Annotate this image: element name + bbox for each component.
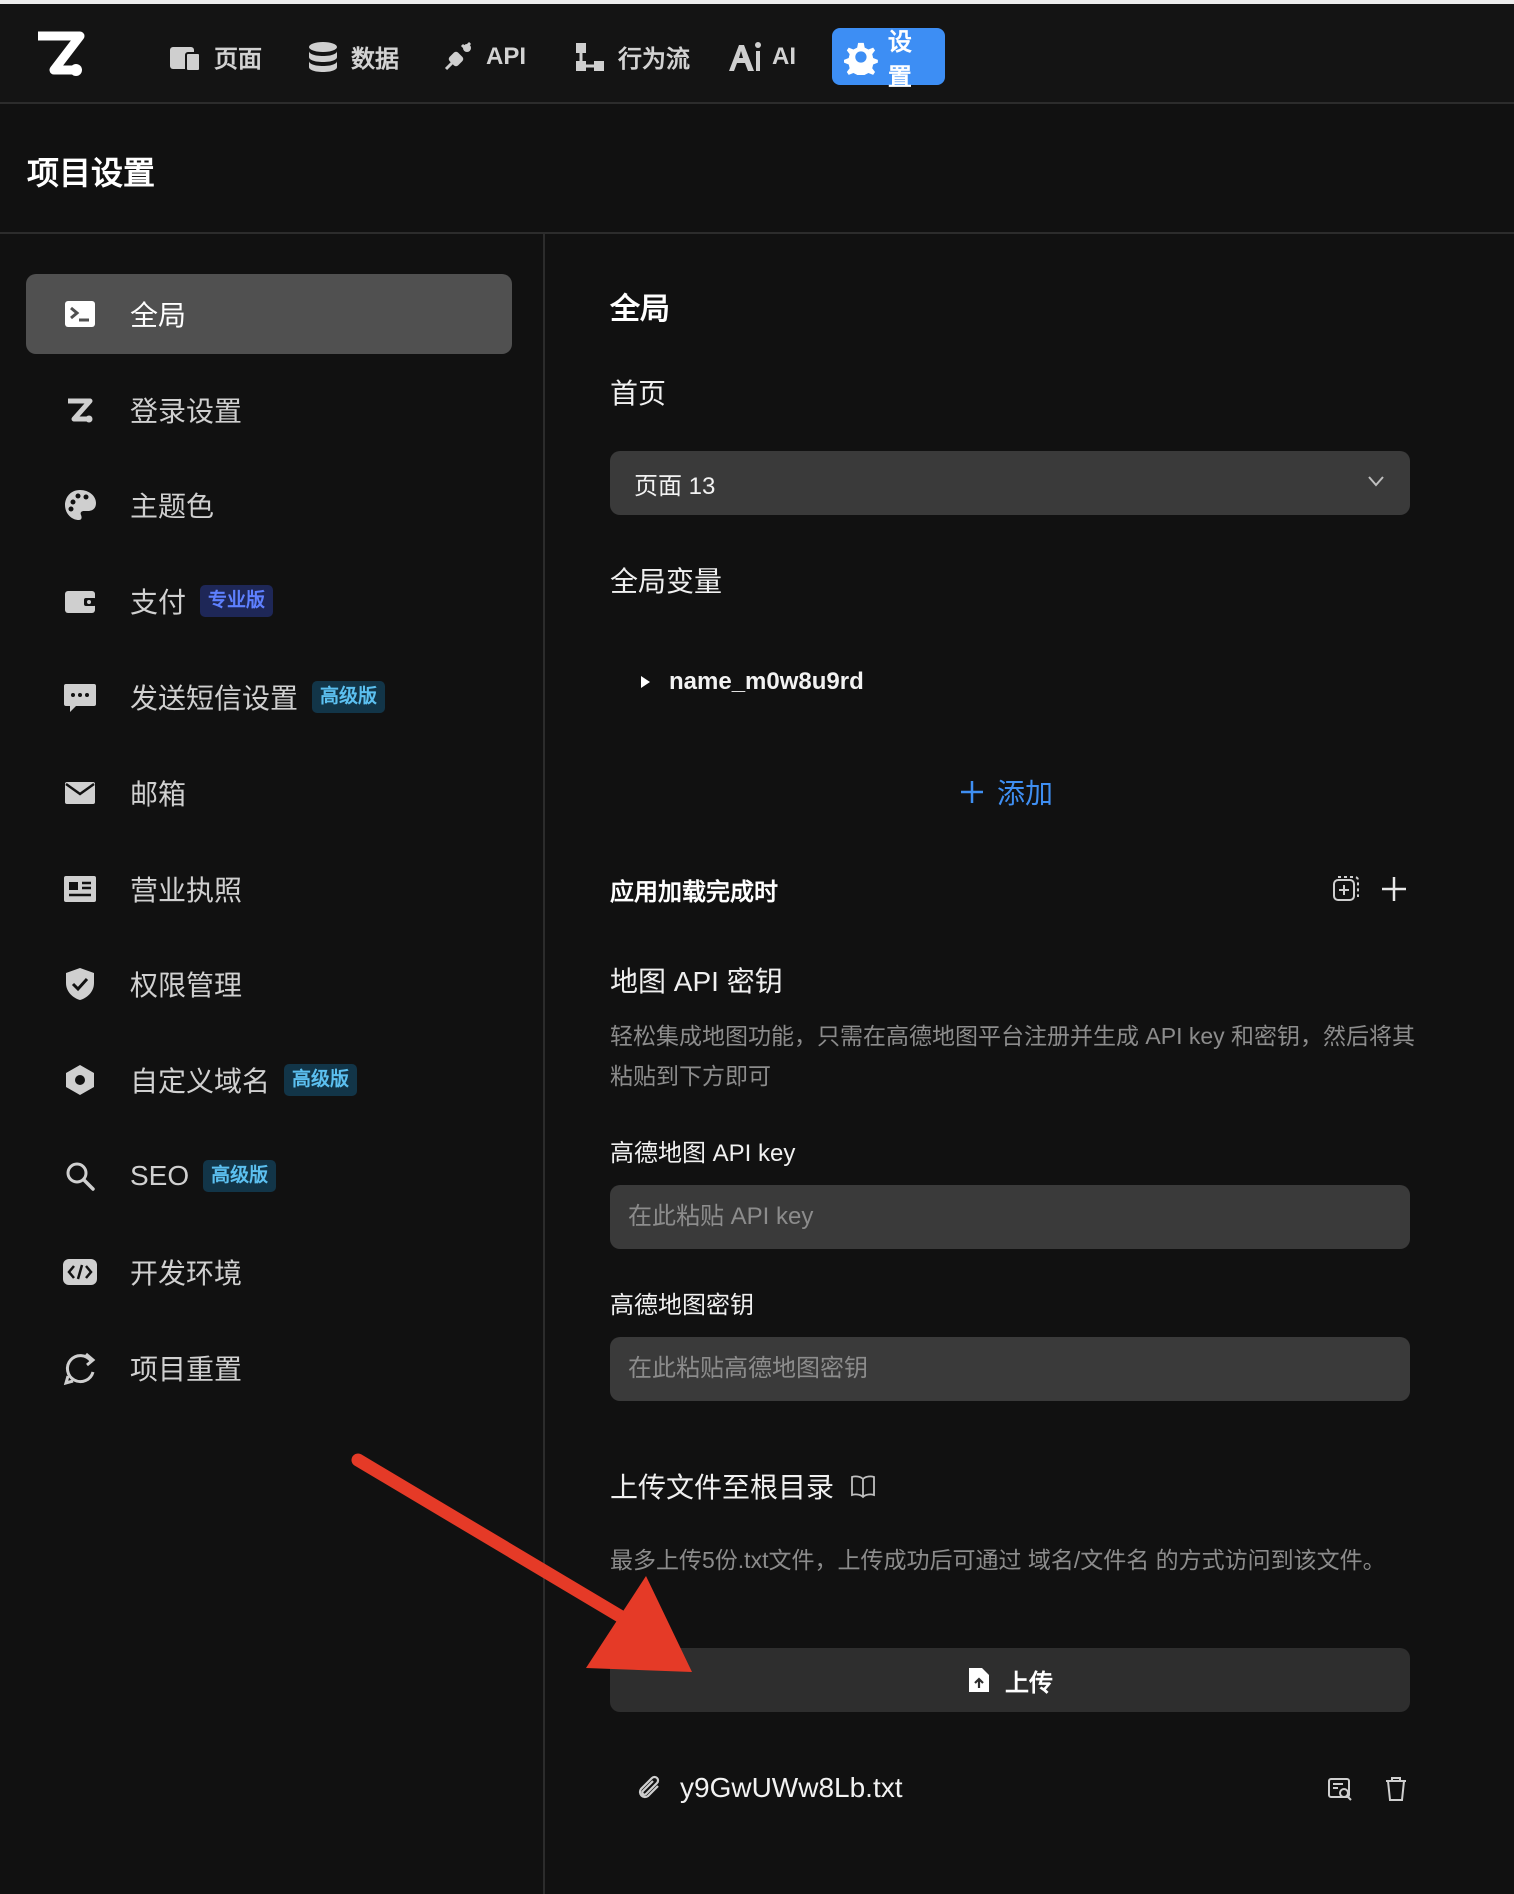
logo-icon[interactable]: [34, 30, 88, 80]
delete-file-icon[interactable]: [1381, 1774, 1411, 1804]
sidebar-item-label: 权限管理: [130, 970, 243, 1001]
sidebar-item-label: 营业执照: [130, 875, 243, 906]
terminal-icon: [62, 296, 98, 332]
upload-title: 上传文件至根目录: [610, 1472, 835, 1503]
nav-flow[interactable]: 行为流: [560, 28, 702, 85]
database-icon: [309, 41, 337, 72]
sms-icon: [62, 679, 98, 715]
hexagon-icon: [62, 1062, 98, 1098]
advanced-badge: 高级版: [203, 1160, 277, 1192]
map-description: 轻松集成地图功能，只需在高德地图平台注册并生成 API key 和密钥，然后将其…: [610, 1023, 1416, 1089]
license-icon: [62, 871, 98, 907]
flow-icon: [576, 42, 604, 71]
nav-api-label: API: [486, 42, 527, 70]
pages-icon: [170, 46, 201, 72]
nav-pages-label: 页面: [214, 46, 262, 73]
caret-right-icon: [641, 676, 650, 688]
nav-ai-label: AI: [772, 42, 796, 70]
sidebar-item-label: SEO: [130, 1160, 190, 1191]
page-title: 项目设置: [27, 155, 156, 191]
file-upload-icon: [969, 1668, 989, 1692]
plus-icon: [961, 781, 983, 803]
sidebar-item-license[interactable]: 营业执照: [26, 849, 512, 929]
sidebar-item-label: 发送短信设置: [130, 683, 299, 714]
upload-section-header: 上传文件至根目录: [610, 1466, 876, 1506]
upload-button[interactable]: 上传: [610, 1648, 1410, 1712]
nav-settings[interactable]: 设置: [832, 28, 945, 91]
sidebar-item-label: 邮箱: [130, 779, 187, 810]
upload-button-label: 上传: [1005, 1669, 1053, 1697]
nav-data[interactable]: 数据: [293, 28, 411, 85]
sidebar-item-payment[interactable]: 支付 专业版: [26, 561, 512, 641]
sidebar-item-mail[interactable]: 邮箱: [26, 753, 512, 833]
var-name: name_m0w8u9rd: [669, 668, 864, 695]
nav-settings-label: 设置: [887, 28, 912, 91]
nav-api[interactable]: API: [428, 28, 538, 85]
sidebar-item-label: 主题色: [130, 491, 215, 522]
sidebar-item-permissions[interactable]: 权限管理: [26, 944, 512, 1024]
section-title: 全局: [610, 293, 670, 326]
homepage-label: 首页: [610, 378, 667, 409]
upload-description: 最多上传5份.txt文件，上传成功后可通过 域名/文件名 的方式访问到该文件。: [610, 1547, 1386, 1573]
sidebar-item-label: 项目重置: [130, 1354, 243, 1385]
sidebar-item-label: 支付: [130, 587, 187, 618]
ai-icon: [729, 41, 761, 71]
sidebar-item-global[interactable]: 全局: [26, 274, 512, 354]
advanced-badge: 高级版: [284, 1064, 358, 1096]
map-section-title: 地图 API 密钥: [610, 966, 783, 997]
sidebar-item-seo[interactable]: SEO 高级版: [26, 1136, 512, 1216]
sidebar-item-label: 开发环境: [130, 1258, 243, 1289]
sidebar-item-label: 全局: [130, 300, 187, 331]
nav-pages[interactable]: 页面: [156, 28, 274, 85]
top-navbar: 页面 数据 API 行为流 AI 设置: [0, 0, 1514, 104]
nav-flow-label: 行为流: [618, 46, 690, 73]
add-action-box-icon[interactable]: [1330, 874, 1360, 904]
paperclip-icon: [638, 1775, 660, 1799]
homepage-select[interactable]: 页面 13: [610, 451, 1410, 515]
shield-icon: [62, 966, 98, 1002]
book-icon[interactable]: [850, 1473, 876, 1499]
sidebar-item-theme[interactable]: 主题色: [26, 465, 512, 545]
mail-icon: [62, 775, 98, 811]
code-icon: [62, 1254, 98, 1290]
api-key-label: 高德地图 API key: [610, 1140, 796, 1167]
plug-icon: [444, 41, 472, 70]
secret-label: 高德地图密钥: [610, 1292, 754, 1319]
chevron-down-icon: [1368, 476, 1384, 487]
preview-file-icon[interactable]: [1325, 1774, 1355, 1804]
sidebar-item-reset[interactable]: 项目重置: [26, 1328, 512, 1408]
page-header: 项目设置: [0, 104, 1514, 234]
on-load-label: 应用加载完成时: [610, 879, 778, 906]
gear-icon: [844, 42, 878, 75]
sidebar-item-domain[interactable]: 自定义域名 高级版: [26, 1040, 512, 1120]
add-variable-button[interactable]: 添加: [959, 772, 1053, 812]
advanced-badge: 高级版: [312, 681, 386, 713]
sidebar-item-label: 自定义域名: [130, 1066, 271, 1097]
global-var-item[interactable]: name_m0w8u9rd: [639, 668, 864, 696]
reset-icon: [62, 1350, 98, 1386]
nav-ai[interactable]: AI: [714, 28, 808, 85]
palette-icon: [62, 487, 98, 523]
pro-badge: 专业版: [200, 585, 274, 617]
sidebar-item-label: 登录设置: [130, 396, 243, 427]
logo-z-icon: [62, 392, 98, 428]
secret-input[interactable]: [610, 1337, 1410, 1401]
nav-data-label: 数据: [351, 46, 399, 73]
sidebar-item-dev-env[interactable]: 开发环境: [26, 1232, 512, 1312]
settings-sidebar: 全局 登录设置 主题色 支付 专业版 发送短信设置 高级版 邮箱 营业执照 权限…: [0, 234, 545, 1894]
file-name: y9GwUWw8Lb.txt: [680, 1772, 903, 1803]
api-key-input[interactable]: [610, 1185, 1410, 1249]
search-icon: [62, 1158, 98, 1194]
sidebar-item-sms[interactable]: 发送短信设置 高级版: [26, 657, 512, 737]
settings-panel: 全局 首页 页面 13 全局变量 name_m0w8u9rd 添加 应用加载完成…: [547, 234, 1514, 1894]
homepage-select-value: 页面 13: [634, 472, 716, 500]
wallet-icon: [62, 583, 98, 619]
add-label: 添加: [997, 778, 1054, 809]
sidebar-item-login[interactable]: 登录设置: [26, 370, 512, 450]
global-vars-label: 全局变量: [610, 566, 723, 597]
uploaded-file-item: y9GwUWw8Lb.txt: [610, 1758, 1410, 1818]
plus-icon[interactable]: [1379, 874, 1409, 904]
